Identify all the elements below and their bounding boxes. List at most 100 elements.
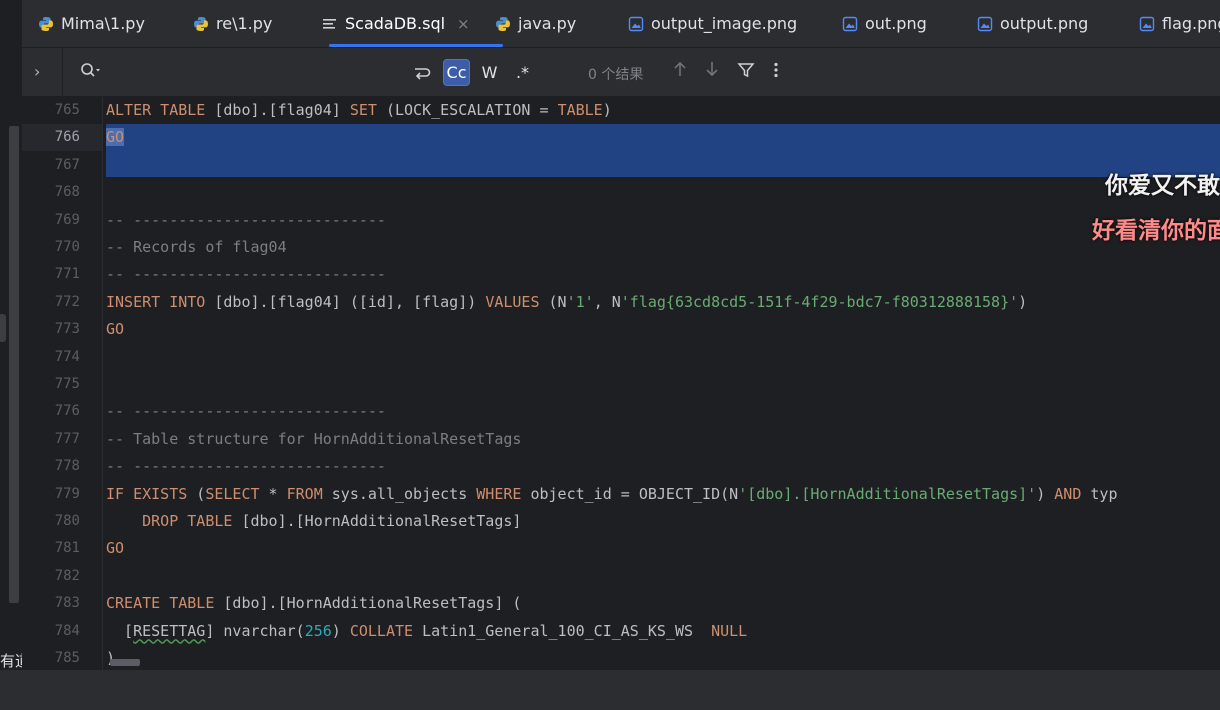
tab-java-py[interactable]: java.py xyxy=(495,0,576,47)
tab-label: output.png xyxy=(1000,14,1089,33)
code-line[interactable]: 782 xyxy=(22,563,1220,590)
tab-flag-png[interactable]: flag.png xyxy=(1139,0,1220,47)
wrap-search-icon[interactable] xyxy=(408,59,435,86)
line-number: 770 xyxy=(54,239,80,255)
tab-label: java.py xyxy=(518,14,577,33)
tab-label: re\1.py xyxy=(216,14,273,33)
image-file-icon xyxy=(977,16,993,32)
python-icon xyxy=(38,16,54,32)
next-occurrence-icon[interactable] xyxy=(704,60,720,83)
code-text[interactable]: -- ---------------------------- xyxy=(106,261,386,288)
code-text[interactable]: -- Records of flag04 xyxy=(106,234,287,261)
tab-label: Mima\1.py xyxy=(61,14,145,33)
code-line[interactable]: 773 GO xyxy=(22,316,1220,343)
code-token: INSERT INTO xyxy=(106,292,206,311)
code-line[interactable]: 768 xyxy=(22,179,1220,206)
line-number: 784 xyxy=(54,622,80,639)
code-line[interactable]: 775 xyxy=(22,371,1220,398)
code-line[interactable]: 785) xyxy=(22,645,1220,670)
line-number: 775 xyxy=(54,376,80,392)
status-bar xyxy=(0,670,1220,710)
code-text[interactable]: -- ---------------------------- xyxy=(106,398,386,425)
code-token: WHERE xyxy=(476,484,522,503)
code-line[interactable]: 784 [RESETTAG] nvarchar(256) COLLATE Lat… xyxy=(22,618,1220,645)
regex-toggle[interactable]: .* xyxy=(509,59,536,86)
left-panel-handle[interactable] xyxy=(0,314,6,342)
python-icon xyxy=(495,16,511,32)
code-line[interactable]: 778 -- ---------------------------- xyxy=(22,453,1220,480)
code-token: -- ---------------------------- xyxy=(106,402,386,421)
code-token: COLLATE xyxy=(349,621,414,640)
expand-replace-toggle[interactable]: › xyxy=(34,62,40,81)
code-line[interactable]: 774 xyxy=(22,344,1220,371)
tab-label: out.png xyxy=(865,14,927,33)
code-line[interactable]: 765 ALTER TABLE [dbo].[flag04] SET (LOCK_… xyxy=(22,97,1220,124)
code-text[interactable]: [RESETTAG] nvarchar(256) COLLATE Latin1_… xyxy=(106,618,747,645)
line-number: 782 xyxy=(54,567,80,584)
tab-label: flag.png xyxy=(1162,14,1220,33)
code-text[interactable]: -- Table structure for HornAdditionalRes… xyxy=(106,426,521,453)
search-history-icon[interactable] xyxy=(80,62,102,84)
search-results-count: 0 个结果 xyxy=(588,67,644,83)
code-token: GO xyxy=(106,128,125,147)
line-number: 769 xyxy=(54,211,80,228)
whole-words-toggle[interactable]: W xyxy=(476,59,503,86)
code-text[interactable]: GO xyxy=(106,124,125,151)
code-line[interactable]: 770 -- Records of flag04 xyxy=(22,234,1220,261)
horizontal-scrollbar-thumb[interactable] xyxy=(110,659,140,666)
code-text[interactable]: ) xyxy=(106,645,115,670)
code-token: 'flag{63cd8cd5-151f-4f29-bdc7-f803128881… xyxy=(620,292,1019,311)
code-text[interactable]: IF EXISTS (SELECT * FROM sys.all_objects… xyxy=(106,481,1117,508)
tab-label: output_image.png xyxy=(651,14,798,33)
code-line[interactable]: 771 -- ---------------------------- xyxy=(22,261,1220,288)
code-text[interactable]: GO xyxy=(106,316,124,343)
code-token: GO xyxy=(106,539,125,558)
code-token: DROP TABLE xyxy=(142,512,233,530)
code-token: GO xyxy=(106,320,125,339)
image-file-icon xyxy=(1139,16,1155,32)
code-token: RESETTAG xyxy=(133,621,206,640)
line-number: 783 xyxy=(54,595,80,612)
more-options-icon[interactable] xyxy=(772,61,780,83)
code-text[interactable]: -- ---------------------------- xyxy=(106,207,386,234)
code-line[interactable]: 779 IF EXISTS (SELECT * FROM sys.all_obje… xyxy=(22,481,1220,508)
code-line[interactable]: 769 -- ---------------------------- xyxy=(22,207,1220,234)
left-scrollbar[interactable] xyxy=(9,126,19,603)
code-line[interactable]: 767 xyxy=(22,152,1220,179)
line-number: 771 xyxy=(54,266,80,283)
code-text[interactable]: -- ---------------------------- xyxy=(106,453,386,480)
match-case-toggle[interactable]: Cc xyxy=(443,59,470,86)
close-icon[interactable]: × xyxy=(457,15,470,33)
code-line[interactable]: 781 GO xyxy=(22,535,1220,562)
tab-output-png[interactable]: output.png xyxy=(977,0,1088,47)
active-tab-indicator xyxy=(329,44,503,47)
code-token: IF EXISTS xyxy=(106,484,188,503)
tab-mima-1-py[interactable]: Mima\1.py xyxy=(38,0,145,47)
editor-tab-bar: Mima\1.py re\1.py ScadaDB.sql × java.py … xyxy=(22,0,1220,48)
tab-out-png[interactable]: out.png xyxy=(842,0,927,47)
code-token: -- ---------------------------- xyxy=(106,457,386,476)
filter-icon[interactable] xyxy=(737,61,755,83)
tab-output-image-png[interactable]: output_image.png xyxy=(628,0,797,47)
code-text[interactable]: GO xyxy=(106,535,124,562)
tab-scadadb-sql[interactable]: ScadaDB.sql × xyxy=(322,0,470,47)
code-line[interactable]: 777 -- Table structure for HornAdditional… xyxy=(22,426,1220,453)
previous-occurrence-icon[interactable] xyxy=(672,60,688,83)
code-line[interactable]: 783 CREATE TABLE [dbo].[HornAdditionalRes… xyxy=(22,590,1220,617)
line-number: 776 xyxy=(54,403,80,420)
image-file-icon xyxy=(842,16,858,32)
code-text[interactable]: DROP TABLE [dbo].[HornAdditionalResetTag… xyxy=(106,508,521,535)
code-text[interactable]: CREATE TABLE [dbo].[HornAdditionalResetT… xyxy=(106,590,521,617)
subtitle-line-2: 好看清你的面 xyxy=(1092,218,1220,244)
code-line[interactable]: 772 INSERT INTO [dbo].[flag04] ([id], [fl… xyxy=(22,289,1220,316)
code-token: '1' xyxy=(566,292,594,311)
code-token: '[dbo].[HornAdditionalResetTags]' xyxy=(738,484,1037,503)
code-line[interactable]: 780 DROP TABLE [dbo].[HornAdditionalRese… xyxy=(22,508,1220,535)
tab-re-1-py[interactable]: re\1.py xyxy=(193,0,272,47)
code-editor[interactable]: 765 ALTER TABLE [dbo].[flag04] SET (LOCK_… xyxy=(22,97,1220,670)
code-text[interactable]: INSERT INTO [dbo].[flag04] ([id], [flag]… xyxy=(106,289,1027,316)
code-token: -- Records of flag04 xyxy=(106,238,287,256)
code-line[interactable]: 776 -- ---------------------------- xyxy=(22,398,1220,425)
code-line[interactable]: 766 GO xyxy=(22,124,1220,152)
code-text[interactable]: ALTER TABLE [dbo].[flag04] SET (LOCK_ESC… xyxy=(106,97,612,124)
